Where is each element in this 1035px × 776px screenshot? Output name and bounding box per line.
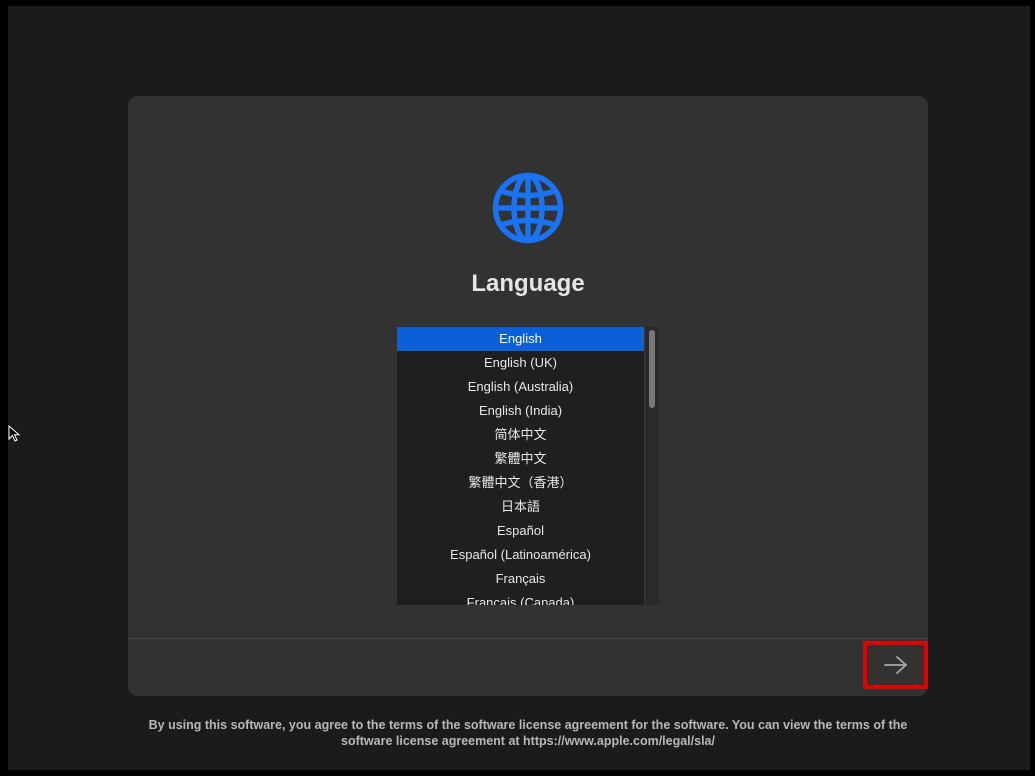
language-option[interactable]: English (India) [397, 399, 644, 423]
language-list[interactable]: English English (UK) English (Australia) En… [397, 327, 659, 605]
language-option[interactable]: English (UK) [397, 351, 644, 375]
language-items: English English (UK) English (Australia) En… [397, 327, 644, 605]
language-option[interactable]: English (Australia) [397, 375, 644, 399]
language-option[interactable]: 繁體中文 [397, 447, 644, 471]
language-option[interactable]: Français [397, 567, 644, 591]
mouse-pointer-icon [8, 425, 20, 442]
language-option[interactable]: English [397, 327, 644, 351]
page-title: Language [471, 270, 585, 297]
language-option[interactable]: 日本語 [397, 495, 644, 519]
language-option[interactable]: Español [397, 519, 644, 543]
language-panel: Language English English (UK) English (Aus… [128, 96, 928, 696]
scrollbar-thumb[interactable] [649, 330, 655, 408]
setup-screen: Language English English (UK) English (Aus… [8, 6, 1030, 770]
language-option[interactable]: Français (Canada) [397, 591, 644, 605]
language-option[interactable]: 繁體中文（香港） [397, 471, 644, 495]
continue-button[interactable] [863, 641, 928, 689]
scrollbar[interactable] [644, 327, 659, 605]
license-notice: By using this software, you agree to the… [148, 718, 908, 748]
language-option[interactable]: Español (Latinoamérica) [397, 543, 644, 567]
globe-icon [492, 172, 564, 244]
arrow-right-icon [883, 656, 907, 674]
language-option[interactable]: 简体中文 [397, 423, 644, 447]
footer-divider [128, 638, 928, 639]
